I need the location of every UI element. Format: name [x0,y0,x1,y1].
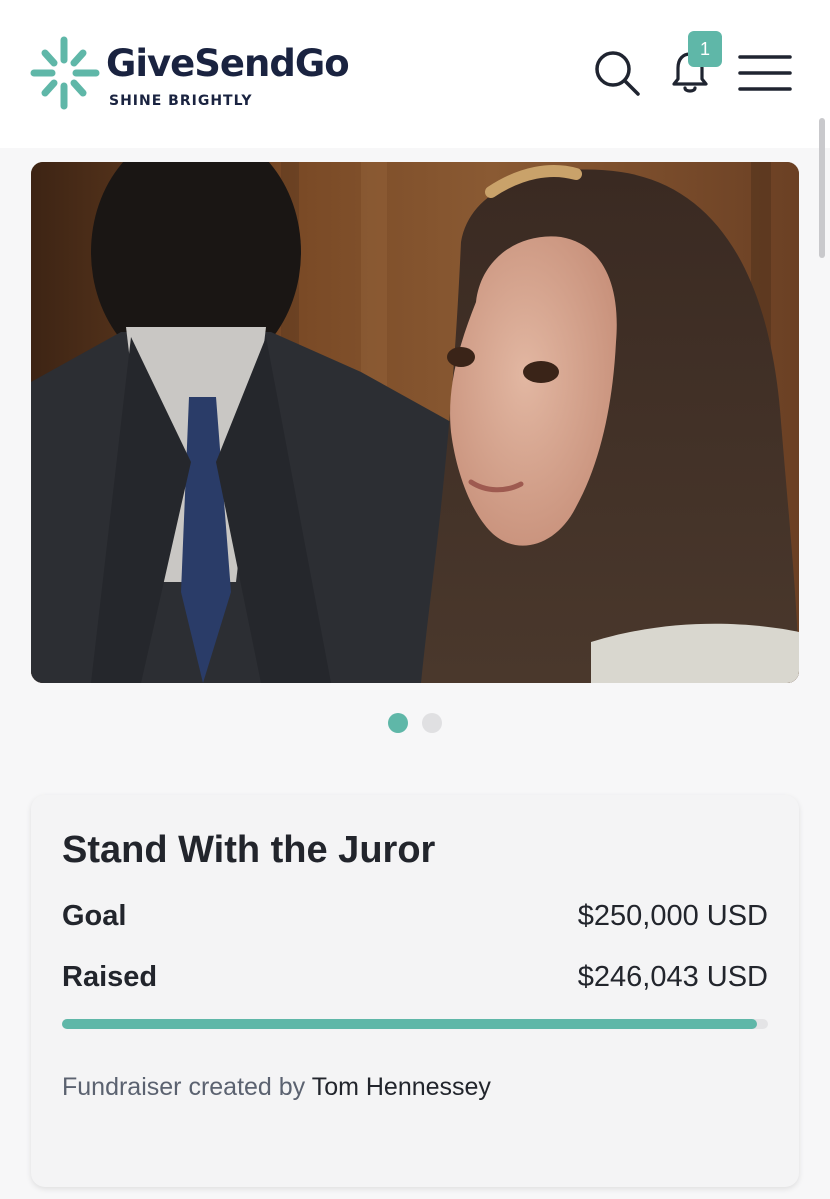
goal-amount: $250,000 USD [577,900,768,932]
creator-prefix: Fundraiser created by [62,1073,306,1101]
menu-button[interactable] [736,52,794,94]
page: GiveSendGo SHINE BRIGHTLY 1 Stand With t… [0,0,830,1199]
hamburger-menu-icon [738,55,792,91]
brand-tagline: SHINE BRIGHTLY [109,93,253,109]
search-icon [595,51,640,96]
brand-logo[interactable]: GiveSendGo SHINE BRIGHTLY [30,36,390,116]
starburst-logo-icon [30,36,100,110]
carousel-indicators [386,713,446,735]
creator-line: Fundraiser created by Tom Hennessey [62,1073,491,1102]
progress-fill [62,1019,757,1029]
site-header: GiveSendGo SHINE BRIGHTLY 1 [0,0,830,148]
carousel-dot-active[interactable] [388,713,408,733]
notification-badge[interactable]: 1 [688,31,722,67]
campaign-summary-card: Stand With the Juror Goal $250,000 USD R… [31,795,799,1187]
raised-label: Raised [62,961,158,993]
goal-label: Goal [62,900,127,932]
campaign-photo [31,162,799,683]
search-button[interactable] [592,48,642,98]
campaign-title: Stand With the Juror [62,829,436,871]
brand-name: GiveSendGo [106,42,350,85]
campaign-image[interactable] [31,162,799,683]
raised-amount: $246,043 USD [577,961,768,993]
fundraising-progress-bar [62,1019,768,1029]
creator-name[interactable]: Tom Hennessey [312,1073,491,1101]
carousel-dot[interactable] [422,713,442,733]
page-scrollbar[interactable] [819,118,825,258]
